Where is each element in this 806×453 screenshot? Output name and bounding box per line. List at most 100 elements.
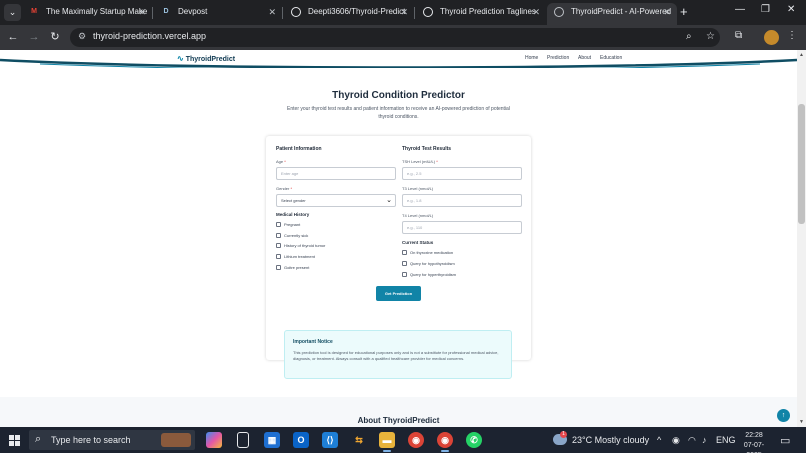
t4-input[interactable]: e.g., 110: [402, 221, 522, 234]
checkbox-label: Query for hypothyroidism: [410, 261, 455, 266]
zoom-icon[interactable]: ⌕: [686, 31, 692, 42]
clock-time: 22:28: [745, 432, 763, 439]
site-logo[interactable]: ∿ ThyroidPredict: [177, 54, 235, 63]
checkbox-query-hypo[interactable]: Query for hypothyroidism: [402, 261, 455, 267]
language-indicator[interactable]: ENG: [716, 435, 736, 445]
browser-tab-strip: ⌄ M The Maximally Startup Make ✕ D Devpo…: [0, 0, 806, 25]
about-heading: About ThyroidPredict: [357, 416, 440, 425]
nav-prediction[interactable]: Prediction: [547, 55, 569, 61]
tab-title: Deepti3606/Thyroid-Predict: [308, 7, 406, 16]
close-icon[interactable]: ✕: [138, 3, 146, 21]
windows-start-icon[interactable]: [9, 435, 20, 446]
notification-icon[interactable]: ▭: [780, 434, 790, 447]
weather-text[interactable]: 23°C Mostly cloudy: [572, 435, 649, 445]
chevron-up-icon[interactable]: ^: [657, 435, 661, 445]
minimize-icon[interactable]: —: [735, 4, 745, 15]
page-viewport: ∿ ThyroidPredict Home Prediction About Ed…: [0, 50, 797, 427]
heartbeat-icon: ∿: [177, 54, 184, 63]
gmail-icon: M: [31, 8, 37, 15]
github-icon: [291, 7, 301, 17]
checkbox-box[interactable]: [276, 222, 281, 228]
search-highlight-image: [161, 433, 191, 447]
checkbox-box[interactable]: [402, 250, 407, 256]
checkbox-box[interactable]: [402, 272, 407, 278]
bookmark-star-icon[interactable]: ☆: [706, 31, 715, 42]
checkbox-goitre[interactable]: Goitre present: [276, 265, 309, 271]
t3-label: T3 Level (nmol/L): [402, 186, 434, 191]
restore-icon[interactable]: ❐: [761, 4, 770, 15]
age-label: Age *: [276, 159, 286, 164]
forward-icon[interactable]: →: [26, 29, 42, 45]
extensions-icon[interactable]: ⧉: [735, 30, 742, 41]
tab-title: The Maximally Startup Make: [46, 7, 148, 16]
site-settings-icon[interactable]: ⚙: [78, 31, 86, 42]
gender-select[interactable]: Select gender ⌄: [276, 194, 396, 207]
get-prediction-button[interactable]: Get Prediction: [376, 286, 421, 301]
globe-icon: [554, 7, 564, 17]
close-icon[interactable]: ✕: [268, 3, 276, 21]
tab-devpost[interactable]: D Devpost ✕: [154, 3, 282, 25]
checkbox-box[interactable]: [402, 261, 407, 267]
page-scrollbar[interactable]: ▲ ▼: [797, 50, 806, 427]
profile-avatar[interactable]: [764, 30, 779, 45]
chrome-icon[interactable]: ◉: [408, 432, 424, 448]
store-icon[interactable]: ▦: [264, 432, 280, 448]
scroll-down-icon[interactable]: ▼: [797, 419, 806, 425]
scrollbar-thumb[interactable]: [798, 104, 805, 224]
copilot-icon[interactable]: [206, 432, 222, 448]
reload-icon[interactable]: ↻: [47, 29, 63, 45]
patient-info-heading: Patient Information: [276, 146, 322, 152]
checkbox-currently-sick[interactable]: Currently sick: [276, 233, 308, 239]
nav-education[interactable]: Education: [600, 55, 622, 61]
address-bar[interactable]: ⚙ thyroid-prediction.vercel.app ⌕ ☆: [70, 28, 720, 47]
scroll-top-button[interactable]: ↑: [777, 409, 790, 422]
tab-github[interactable]: Deepti3606/Thyroid-Predict ✕: [284, 3, 414, 25]
taskbar-clock[interactable]: 22:28 07-07-2025: [738, 431, 770, 453]
file-explorer-icon[interactable]: ▬: [379, 432, 395, 452]
tab-chatgpt[interactable]: Thyroid Prediction Taglines ✕: [416, 3, 546, 25]
app-icon[interactable]: ⇆: [351, 432, 367, 448]
tab-search-button[interactable]: ⌄: [4, 4, 21, 21]
more-menu-icon[interactable]: ⋮: [787, 30, 797, 41]
weather-badge: 1: [560, 431, 567, 438]
nav-about[interactable]: About: [578, 55, 591, 61]
checkbox-thyroxine[interactable]: On thyroxine medication: [402, 250, 453, 256]
close-icon[interactable]: ✕: [400, 3, 408, 21]
nav-home[interactable]: Home: [525, 55, 538, 61]
chrome-profile-icon[interactable]: ◉: [437, 432, 453, 452]
checkbox-thyroid-tumor[interactable]: History of thyroid tumor: [276, 243, 325, 249]
checkbox-label: Query for hyperthyroidism: [410, 272, 457, 277]
checkbox-box[interactable]: [276, 233, 281, 239]
tsh-input[interactable]: e.g., 2.5: [402, 167, 522, 180]
tab-title: Devpost: [178, 7, 208, 16]
devpost-icon: D: [163, 8, 169, 15]
taskbar-search[interactable]: ⌕ Type here to search: [29, 430, 195, 450]
age-input[interactable]: Enter age: [276, 167, 396, 180]
checkbox-lithium[interactable]: Lithium treatment: [276, 254, 315, 260]
outlook-icon[interactable]: O: [293, 432, 309, 448]
checkbox-query-hyper[interactable]: Query for hyperthyroidism: [402, 272, 456, 278]
volume-icon[interactable]: ♪: [702, 435, 707, 445]
vscode-icon[interactable]: ⟨⟩: [322, 432, 338, 448]
back-icon[interactable]: ←: [5, 29, 21, 45]
tab-maximally[interactable]: M The Maximally Startup Make ✕: [22, 3, 152, 25]
tab-thyroidpredict[interactable]: ThyroidPredict - AI-Powered ✕: [547, 3, 677, 25]
new-tab-button[interactable]: +: [680, 4, 688, 20]
checkbox-box[interactable]: [276, 254, 281, 260]
close-icon[interactable]: ✕: [663, 3, 671, 21]
url-text[interactable]: thyroid-prediction.vercel.app: [93, 31, 206, 41]
file-icon[interactable]: [237, 432, 249, 448]
tab-title: Thyroid Prediction Taglines: [440, 7, 536, 16]
window-close-icon[interactable]: ✕: [787, 4, 795, 15]
scroll-up-icon[interactable]: ▲: [797, 52, 806, 58]
t3-input[interactable]: e.g., 1.8: [402, 194, 522, 207]
close-icon[interactable]: ✕: [532, 3, 540, 21]
wifi-icon[interactable]: ◠: [688, 435, 696, 446]
record-icon[interactable]: ◉: [672, 435, 680, 446]
checkbox-box[interactable]: [276, 265, 281, 271]
whatsapp-icon[interactable]: ✆: [466, 432, 482, 448]
checkbox-pregnant[interactable]: Pregnant: [276, 222, 300, 228]
notice-title: Important Notice: [293, 339, 333, 345]
checkbox-box[interactable]: [276, 243, 281, 249]
gender-select-value: Select gender: [281, 198, 306, 203]
